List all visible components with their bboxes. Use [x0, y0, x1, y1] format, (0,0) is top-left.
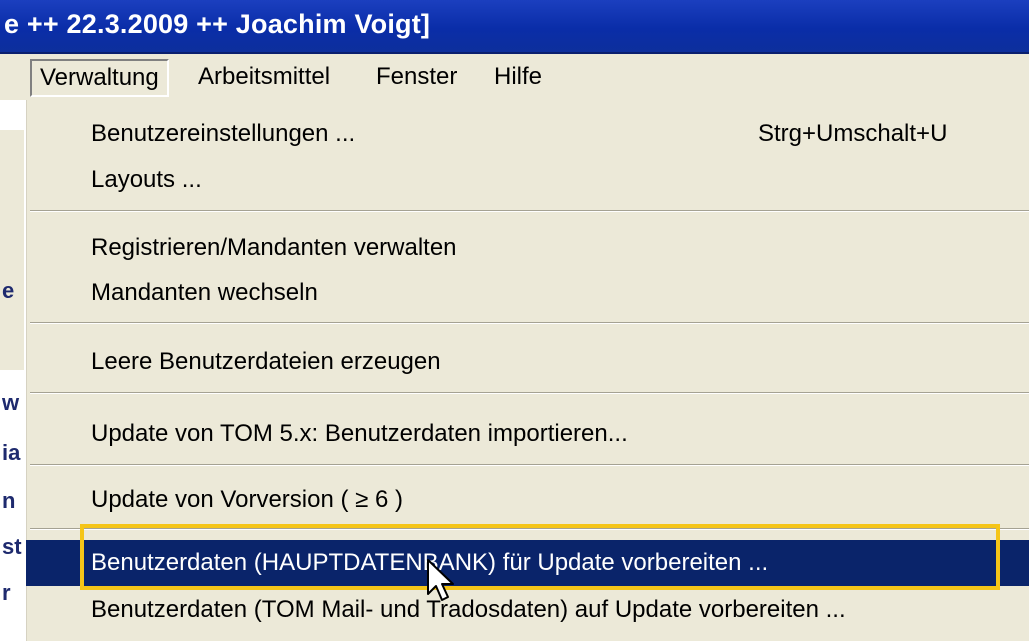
menu-item-label: Mandanten wechseln	[91, 279, 318, 306]
menu-bar: Verwaltung Arbeitsmittel Fenster Hilfe	[0, 54, 1029, 101]
menu-item-shortcut: Strg+Umschalt+U	[758, 120, 948, 147]
menu-item-registrieren[interactable]: Registrieren/Mandanten verwalten	[26, 228, 1029, 268]
menu-item-update-tom5[interactable]: Update von TOM 5.x: Benutzerdaten import…	[26, 414, 1029, 454]
background-text-fragment: r	[2, 580, 11, 605]
background-window-edge: e w ia n st r	[0, 100, 24, 641]
menu-item-label: Benutzerdaten (TOM Mail- und Tradosdaten…	[91, 596, 846, 623]
menu-arbeitsmittel[interactable]: Arbeitsmittel	[198, 60, 330, 94]
menu-separator	[30, 464, 1029, 466]
menu-separator	[30, 392, 1029, 394]
title-bar[interactable]: e ++ 22.3.2009 ++ Joachim Voigt]	[0, 0, 1029, 54]
menu-item-mandanten-wechseln[interactable]: Mandanten wechseln	[26, 273, 1029, 313]
highlight-outline	[80, 524, 1000, 590]
background-panel	[0, 100, 24, 130]
menu-item-label: Registrieren/Mandanten verwalten	[91, 234, 457, 261]
menu-separator	[30, 322, 1029, 324]
menu-item-leere-benutzerdateien[interactable]: Leere Benutzerdateien erzeugen	[26, 342, 1029, 382]
menu-verwaltung[interactable]: Verwaltung	[30, 59, 169, 97]
mouse-pointer-icon	[427, 559, 454, 601]
menu-item-tom-mail-vorbereiten[interactable]: Benutzerdaten (TOM Mail- und Tradosdaten…	[26, 590, 1029, 630]
window-title: e ++ 22.3.2009 ++ Joachim Voigt]	[4, 9, 431, 39]
background-text-fragment: n	[2, 488, 16, 513]
background-text-fragment: e	[2, 278, 15, 303]
menu-item-label: Layouts ...	[91, 166, 202, 193]
verwaltung-dropdown-menu: Benutzereinstellungen ... Strg+Umschalt+…	[24, 100, 1029, 641]
menu-item-layouts[interactable]: Layouts ...	[26, 160, 1029, 200]
menu-item-update-vorversion[interactable]: Update von Vorversion ( ≥ 6 )	[26, 480, 1029, 520]
background-text-fragment: st	[2, 534, 22, 559]
menu-item-label: Update von TOM 5.x: Benutzerdaten import…	[91, 420, 628, 447]
menu-separator	[30, 210, 1029, 212]
menu-item-label: Leere Benutzerdateien erzeugen	[91, 348, 441, 375]
background-text-fragment: w	[2, 390, 20, 415]
menu-item-label: Benutzereinstellungen ...	[91, 120, 356, 147]
menu-item-label: Update von Vorversion ( ≥ 6 )	[91, 486, 403, 513]
background-text-fragment: ia	[2, 440, 21, 465]
menu-item-benutzereinstellungen[interactable]: Benutzereinstellungen ... Strg+Umschalt+…	[26, 114, 1029, 154]
menu-hilfe[interactable]: Hilfe	[494, 60, 542, 94]
menu-fenster[interactable]: Fenster	[376, 60, 457, 94]
